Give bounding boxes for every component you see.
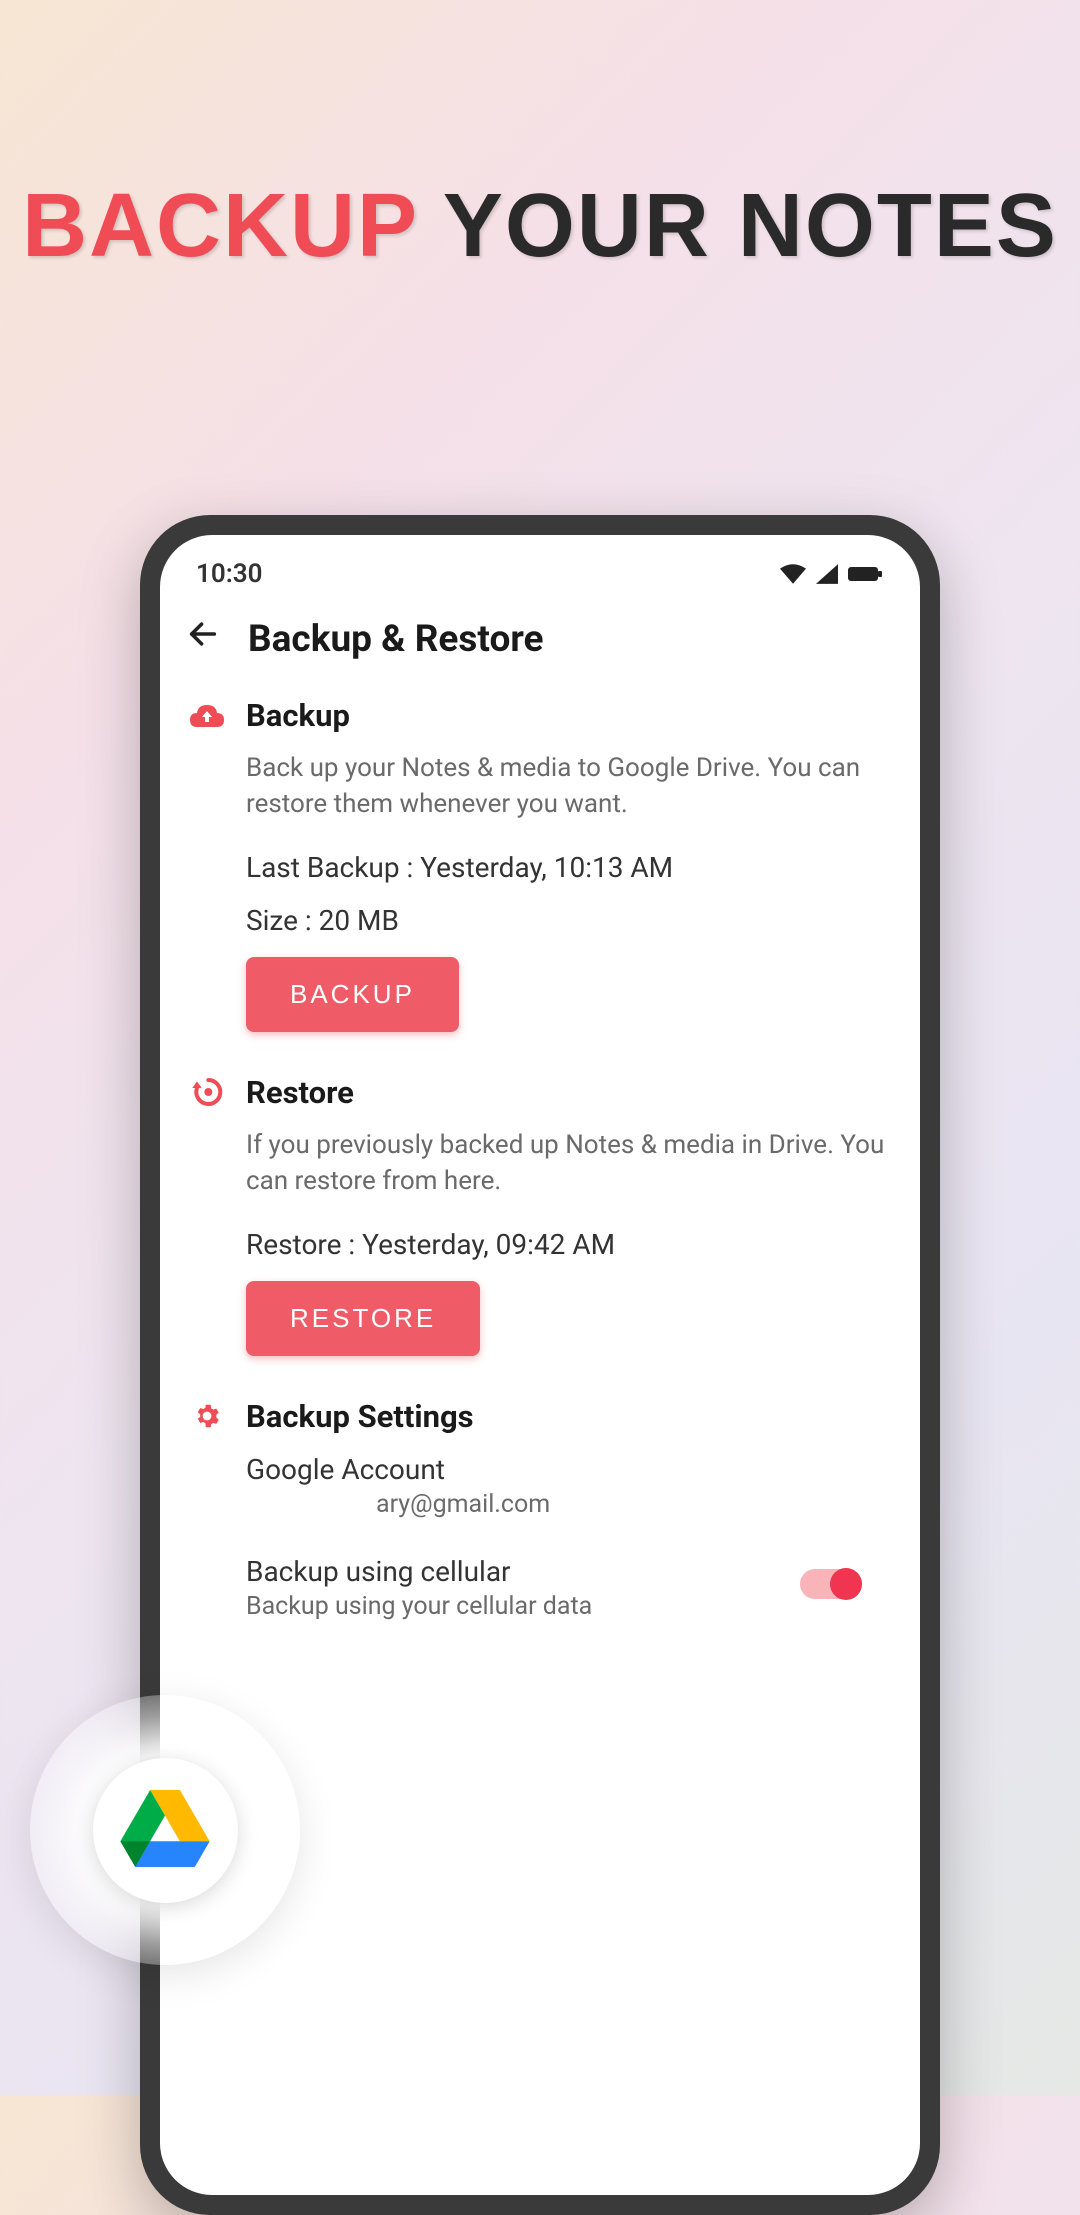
restore-title: Restore xyxy=(246,1074,354,1111)
page-title: Backup & Restore xyxy=(248,618,544,661)
toggle-knob xyxy=(830,1568,862,1600)
cellular-row: Backup using cellular Backup using your … xyxy=(190,1555,890,1621)
restore-section: Restore If you previously backed up Note… xyxy=(160,1062,920,1386)
phone-frame: 10:30 Backup & Restore Backup Back up xyxy=(140,515,940,2215)
google-drive-icon xyxy=(120,1790,210,1870)
settings-title: Backup Settings xyxy=(246,1398,474,1435)
backup-last-time: Last Backup : Yesterday, 10:13 AM xyxy=(246,851,890,884)
app-bar: Backup & Restore xyxy=(160,599,920,685)
restore-description: If you previously backed up Notes & medi… xyxy=(246,1127,890,1200)
drive-badge-inner xyxy=(93,1758,238,1903)
restore-icon xyxy=(190,1075,224,1109)
hero-title: BACKUP YOUR NOTES xyxy=(0,175,1080,278)
back-arrow-icon[interactable] xyxy=(186,617,220,661)
phone-screen: 10:30 Backup & Restore Backup Back up xyxy=(160,535,920,2195)
google-account-label: Google Account xyxy=(246,1453,890,1486)
cellular-label: Backup using cellular xyxy=(246,1555,592,1588)
backup-size: Size : 20 MB xyxy=(246,904,890,937)
google-account-row[interactable]: Google Account ary@gmail.com xyxy=(190,1453,890,1519)
status-bar: 10:30 xyxy=(160,535,920,599)
backup-title: Backup xyxy=(246,697,350,734)
restore-last-time: Restore : Yesterday, 09:42 AM xyxy=(246,1228,890,1261)
hero-word-2: YOUR NOTES xyxy=(443,176,1058,276)
backup-section: Backup Back up your Notes & media to Goo… xyxy=(160,685,920,1062)
restore-button[interactable]: RESTORE xyxy=(246,1281,480,1356)
google-account-value: ary@gmail.com xyxy=(246,1490,890,1519)
status-icons xyxy=(780,564,884,584)
gear-icon xyxy=(190,1399,224,1433)
status-time: 10:30 xyxy=(196,559,263,589)
cellular-toggle[interactable] xyxy=(800,1569,860,1599)
backup-button[interactable]: BACKUP xyxy=(246,957,459,1032)
backup-settings-section: Backup Settings Google Account ary@gmail… xyxy=(160,1386,920,1651)
cellular-sub: Backup using your cellular data xyxy=(246,1592,592,1621)
drive-badge xyxy=(30,1695,300,1965)
cloud-upload-icon xyxy=(190,699,224,733)
backup-description: Back up your Notes & media to Google Dri… xyxy=(246,750,890,823)
hero-word-1: BACKUP xyxy=(22,176,417,276)
battery-icon xyxy=(848,565,884,583)
wifi-icon xyxy=(780,564,806,584)
signal-icon xyxy=(816,564,838,584)
